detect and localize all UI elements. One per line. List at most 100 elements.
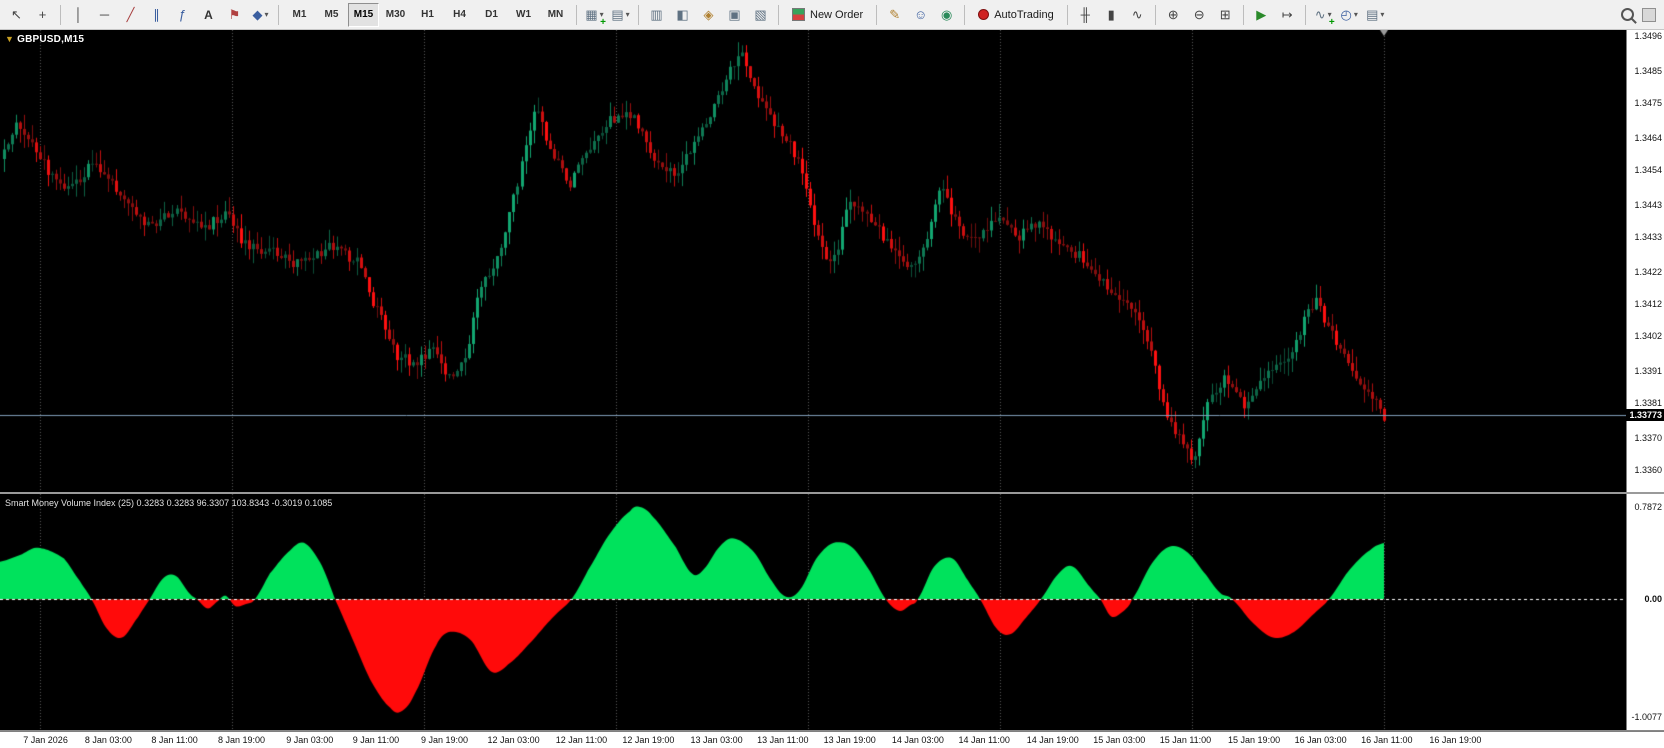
- toolbar-separator: [1242, 4, 1244, 25]
- price-axis-label: 1.3360: [1634, 464, 1662, 475]
- time-axis-label: 8 Jan 19:00: [217, 735, 266, 745]
- arrows-tool[interactable]: ⚑: [222, 2, 247, 28]
- price-axis-label: 1.3454: [1634, 165, 1662, 176]
- time-axis-label: 7 Jan 2026: [23, 735, 68, 745]
- crosshair-tool[interactable]: +: [30, 2, 55, 28]
- chart-shift-button[interactable]: ↦: [1275, 2, 1300, 28]
- candlestick-chart-button[interactable]: ▮: [1099, 2, 1124, 28]
- chevron-down-icon[interactable]: ▾: [1354, 10, 1358, 19]
- toolbar-separator: [964, 4, 966, 25]
- indicator-axis[interactable]: 0.7872 0.00 -1.0077: [1626, 494, 1664, 730]
- chart-collapse-icon[interactable]: ▼: [5, 34, 14, 44]
- metaeditor-button[interactable]: ✎: [882, 2, 907, 28]
- price-axis-label: 1.3443: [1634, 200, 1662, 211]
- toolbar-separator: [278, 4, 279, 25]
- chart-management: ▦ + ▾ ▤ ▾: [582, 2, 633, 28]
- vertical-line-tool[interactable]: │: [66, 2, 91, 28]
- new-order: New Order: [784, 2, 871, 28]
- price-axis-label: 1.3464: [1634, 133, 1662, 144]
- price-axis-label: 1.3370: [1634, 432, 1662, 443]
- trendline-tool[interactable]: ╱: [118, 2, 143, 28]
- indicator-axis-label: 0.7872: [1634, 502, 1662, 513]
- zoom-in-button[interactable]: ⊕: [1161, 2, 1186, 28]
- time-axis-label: 15 Jan 19:00: [1228, 735, 1281, 745]
- price-axis-label: 1.3422: [1634, 267, 1662, 278]
- strategy-tester-button[interactable]: ▧: [748, 2, 773, 28]
- toolbar-separator: [638, 4, 639, 25]
- market-watch-button[interactable]: ▥: [644, 2, 669, 28]
- line-chart-button[interactable]: ∿: [1125, 2, 1150, 28]
- timeframe-button-h1[interactable]: H1: [412, 3, 443, 27]
- time-axis-label: 14 Jan 19:00: [1026, 735, 1079, 745]
- indicator-canvas[interactable]: [0, 494, 1626, 730]
- autotrading-button[interactable]: AutoTrading: [970, 2, 1062, 28]
- toolbar-separator: [60, 4, 61, 25]
- chevron-down-icon[interactable]: ▾: [1380, 10, 1384, 19]
- timeframe-button-m15[interactable]: M15: [348, 2, 379, 27]
- toolbar-separator: [778, 4, 779, 25]
- templates-button[interactable]: ▤ ▾: [1363, 2, 1388, 28]
- time-axis-label: 9 Jan 03:00: [286, 735, 334, 745]
- shapes-tool[interactable]: ◆ ▾: [248, 2, 273, 28]
- community-button[interactable]: ☺: [908, 2, 933, 28]
- periods-button[interactable]: ◴ ▾: [1337, 2, 1362, 28]
- timeframe-button-h4[interactable]: H4: [444, 3, 475, 27]
- scroll-controls: ▶ ↦: [1249, 2, 1300, 28]
- time-axis-label: 16 Jan 11:00: [1361, 735, 1413, 745]
- profiles-button[interactable]: ▤ ▾: [608, 2, 633, 28]
- auto-scroll-button[interactable]: ▶: [1249, 2, 1274, 28]
- navigator-button[interactable]: ◈: [696, 2, 721, 28]
- autotrading-label: AutoTrading: [994, 8, 1054, 21]
- text-tool[interactable]: A: [196, 2, 221, 28]
- chevron-down-icon[interactable]: ▾: [264, 10, 268, 19]
- time-axis-label: 13 Jan 11:00: [757, 735, 809, 745]
- fibonacci-tool[interactable]: ƒ: [170, 2, 195, 28]
- autotrading: AutoTrading: [970, 2, 1062, 28]
- price-axis-label: 1.3475: [1634, 98, 1662, 109]
- time-axis-label: 14 Jan 03:00: [891, 735, 944, 745]
- timeframe-button-m5[interactable]: M5: [316, 3, 347, 27]
- timeframe-button-d1[interactable]: D1: [476, 3, 507, 27]
- new-chart-button[interactable]: ▦ + ▾: [582, 2, 607, 28]
- time-axis-label: 13 Jan 19:00: [823, 735, 876, 745]
- chart-extras: ∿ + ▾ ◴ ▾ ▤ ▾: [1311, 2, 1388, 28]
- search-icon[interactable]: [1621, 8, 1634, 21]
- website-button[interactable]: ◉: [934, 2, 959, 28]
- time-axis[interactable]: 7 Jan 2026 8 Jan 03:00 8 Jan 11:00 8 Jan 19…: [0, 731, 1664, 748]
- zoom-controls: ⊕ ⊖ ⊞: [1161, 2, 1238, 28]
- timeframe-button-m1[interactable]: M1: [284, 3, 315, 27]
- timeframe-button-mn[interactable]: MN: [540, 3, 571, 27]
- zoom-out-button[interactable]: ⊖: [1187, 2, 1212, 28]
- chart-type: ╫ ▮ ∿: [1073, 2, 1150, 28]
- time-axis-label: 12 Jan 03:00: [487, 735, 540, 745]
- horizontal-line-tool[interactable]: ─: [92, 2, 117, 28]
- autotrading-status-icon: [978, 9, 990, 20]
- price-axis-label: 1.3391: [1634, 365, 1662, 376]
- new-order-label: New Order: [810, 8, 864, 21]
- new-order-button[interactable]: New Order: [784, 2, 871, 28]
- panel-toggles: ▥ ◧ ◈ ▣ ▧: [644, 2, 773, 28]
- bar-chart-button[interactable]: ╫: [1073, 2, 1098, 28]
- price-axis-label: 1.3496: [1634, 31, 1662, 42]
- cursor-tool[interactable]: ↖: [4, 2, 29, 28]
- indicators-button[interactable]: ∿ + ▾: [1311, 2, 1336, 28]
- indicator-axis-label: -1.0077: [1631, 711, 1662, 722]
- time-axis-label: 16 Jan 19:00: [1429, 735, 1482, 745]
- main-chart-canvas[interactable]: [0, 30, 1626, 492]
- toolbar-separator: [1304, 4, 1306, 25]
- tile-windows-button[interactable]: ⊞: [1213, 2, 1238, 28]
- drawing-tools: │ ─ ╱ ∥ ƒ A ⚑ ◆ ▾: [66, 2, 273, 28]
- time-axis-label: 16 Jan 03:00: [1294, 735, 1347, 745]
- equidistant-channel-tool[interactable]: ∥: [144, 2, 169, 28]
- timeframe-button-w1[interactable]: W1: [508, 3, 539, 27]
- chevron-down-icon[interactable]: ▾: [626, 10, 630, 19]
- toolbar-overflow-box[interactable]: [1642, 7, 1656, 22]
- time-axis-label: 12 Jan 11:00: [555, 735, 608, 745]
- timeframe-button-m30[interactable]: M30: [380, 3, 411, 27]
- terminal-button[interactable]: ▣: [722, 2, 747, 28]
- panel-splitter[interactable]: [0, 492, 1664, 494]
- price-axis[interactable]: 1.3496 1.3485 1.3475 1.3464 1.3454 1.3443 1.34…: [1626, 30, 1664, 492]
- price-axis-label: 1.3485: [1634, 66, 1662, 77]
- data-window-button[interactable]: ◧: [670, 2, 695, 28]
- pointer-tools: ↖ +: [4, 2, 55, 28]
